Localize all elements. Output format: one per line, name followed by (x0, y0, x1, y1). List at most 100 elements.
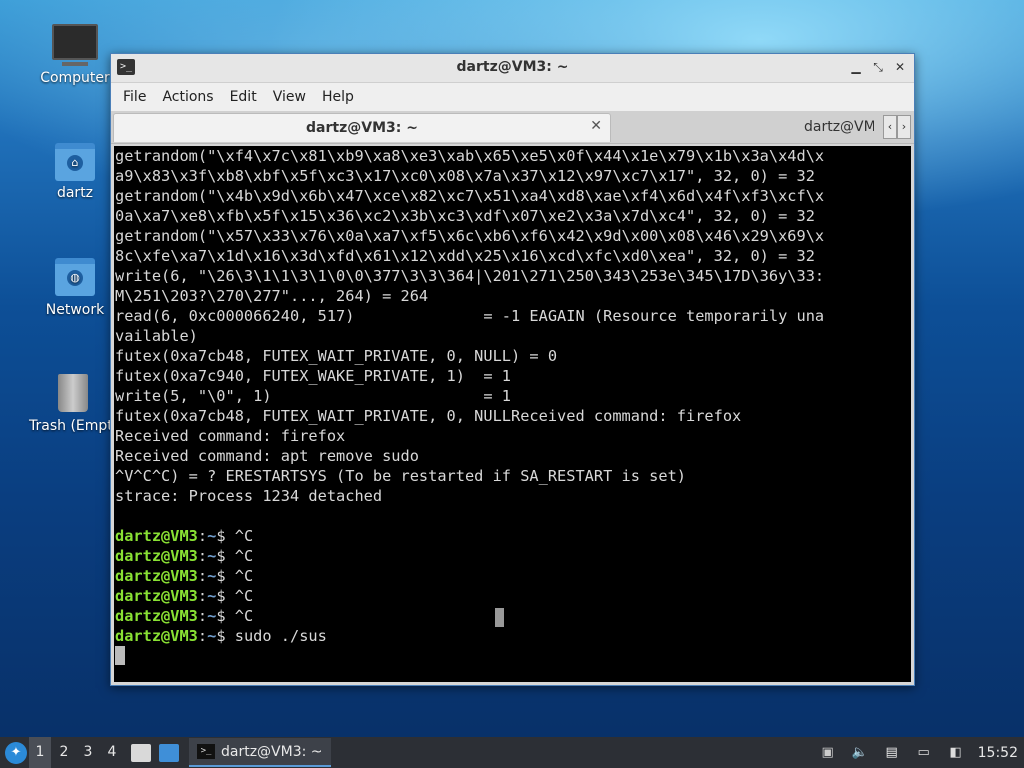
menu-bar: File Actions Edit View Help (111, 83, 914, 111)
terminal-window: >_ dartz@VM3: ~ ▁ ⤡ ✕ File Actions Edit … (110, 53, 915, 686)
prompt-user: dartz@VM3 (115, 547, 198, 565)
system-tray: ▣ 🔈 ▤ ▭ ◧ 15:52 (818, 737, 1024, 768)
prompt-user: dartz@VM3 (115, 527, 198, 545)
prompt-user: dartz@VM3 (115, 627, 198, 645)
terminal-output-line: Received command: firefox (115, 427, 346, 445)
tab-terminal-2[interactable]: dartz@VM3: ~ (804, 113, 874, 141)
menu-help[interactable]: Help (314, 89, 362, 105)
terminal-prompt-line: dartz@VM3:~$ ^C (114, 526, 911, 546)
prompt-symbol: $ (216, 547, 235, 565)
network-folder-icon: ◍ (55, 258, 95, 296)
prompt-user: dartz@VM3 (115, 607, 198, 625)
prompt-symbol: $ (216, 527, 235, 545)
terminal-input-line[interactable] (114, 646, 911, 666)
text-cursor (115, 646, 125, 665)
prompt-command: ^C (234, 547, 254, 565)
prompt-path: ~ (207, 527, 217, 545)
volume-icon[interactable]: 🔈 (850, 744, 870, 762)
terminal-prompt-line: dartz@VM3:~$ sudo ./sus (114, 626, 911, 646)
terminal-prompt-line: dartz@VM3:~$ ^C (114, 566, 911, 586)
prompt-path: ~ (207, 627, 217, 645)
menu-actions[interactable]: Actions (154, 89, 221, 105)
trash-icon (57, 374, 88, 412)
file-manager-icon[interactable] (131, 743, 151, 762)
maximize-icon[interactable]: ⤡ (870, 58, 886, 76)
prompt-separator: : (197, 587, 208, 605)
terminal-output-line: getrandom("\xf4\x7c\x81\xb9\xa8\xe3\xab\… (115, 147, 825, 165)
menu-file[interactable]: File (115, 89, 154, 105)
tab-label: dartz@VM3: ~ (306, 120, 418, 136)
terminal-output-line: futex(0xa7c940, FUTEX_WAKE_PRIVATE, 1) =… (115, 367, 512, 385)
notification-icon[interactable]: ◧ (946, 744, 966, 762)
prompt-user: dartz@VM3 (115, 587, 198, 605)
terminal-prompt-line: dartz@VM3:~$ ^C (114, 546, 911, 566)
prompt-symbol: $ (216, 587, 235, 605)
prompt-symbol: $ (216, 607, 235, 625)
prompt-separator: : (197, 607, 208, 625)
prompt-separator: : (197, 567, 208, 585)
terminal-output-line: a9\x83\x3f\xb8\xbf\x5f\xc3\x17\xc0\x08\x… (115, 167, 815, 185)
terminal-output-line: futex(0xa7cb48, FUTEX_WAIT_PRIVATE, 0, N… (115, 407, 742, 425)
workspace-2[interactable]: 2 (53, 737, 75, 768)
workspace-4[interactable]: 4 (101, 737, 123, 768)
prompt-separator: : (197, 547, 208, 565)
desktop-icon-trash[interactable]: Trash (Empty) (25, 374, 120, 434)
prompt-path: ~ (207, 547, 217, 565)
terminal-output-line: M\251\203?\270\277"..., 264) = 264 (115, 287, 429, 305)
terminal-output-line: getrandom("\x57\x33\x76\x0a\xa7\xf5\x6c\… (115, 227, 825, 245)
prompt-symbol: $ (216, 567, 235, 585)
terminal-output-line: 0a\xa7\xe8\xfb\x5f\x15\x36\xc2\x3b\xc3\x… (115, 207, 815, 225)
terminal-output-line: getrandom("\x4b\x9d\x6b\x47\xce\x82\xc7\… (115, 187, 825, 205)
prompt-path: ~ (207, 607, 217, 625)
terminal-output-line: 8c\xfe\xa7\x1d\x16\x3d\xfd\x61\x12\xdd\x… (115, 247, 815, 265)
clock[interactable]: 15:52 (978, 745, 1018, 761)
tab-scroll-left-icon[interactable]: ‹ (883, 115, 897, 139)
terminal-output-line: strace: Process 1234 detached (115, 487, 383, 505)
prompt-command: ^C (234, 587, 254, 605)
prompt-command: ^C (234, 607, 254, 625)
task-label: dartz@VM3: ~ (221, 743, 323, 760)
clipboard-icon[interactable]: ▤ (882, 744, 902, 762)
menu-edit[interactable]: Edit (222, 89, 265, 105)
prompt-separator: : (197, 627, 208, 645)
terminal-output-line: write(6, "\26\3\1\1\3\1\0\0\377\3\3\364|… (115, 267, 825, 285)
prompt-path: ~ (207, 567, 217, 585)
prompt-path: ~ (207, 587, 217, 605)
terminal-task-icon: >_ (197, 744, 215, 759)
tab-close-icon[interactable]: ✕ (590, 118, 602, 134)
home-folder-icon: ⌂ (55, 143, 95, 181)
start-menu-icon[interactable]: ✦ (5, 741, 27, 764)
desktop-icon-label: Trash (Empty) (29, 418, 120, 434)
workspace-3[interactable]: 3 (77, 737, 99, 768)
tab-scroll-right-icon[interactable]: › (897, 115, 911, 139)
prompt-separator: : (197, 527, 208, 545)
minimize-icon[interactable]: ▁ (848, 58, 864, 76)
terminal-output-line: futex(0xa7cb48, FUTEX_WAIT_PRIVATE, 0, N… (115, 347, 558, 365)
terminal-output-line: read(6, 0xc000066240, 517) = -1 EAGAIN (… (115, 307, 825, 325)
workspace-1[interactable]: 1 (29, 737, 51, 768)
tab-terminal-1[interactable]: dartz@VM3: ~ ✕ (113, 113, 611, 142)
terminal-output-line: write(5, "\0", 1) = 1 (115, 387, 512, 405)
terminal-output[interactable]: getrandom("\xf4\x7c\x81\xb9\xa8\xe3\xab\… (114, 146, 911, 682)
computer-icon (52, 24, 98, 66)
terminal-output-line: vailable) (115, 327, 198, 345)
prompt-command: sudo ./sus (234, 627, 327, 645)
taskbar-task-terminal[interactable]: >_ dartz@VM3: ~ (189, 738, 331, 767)
terminal-output-line: Received command: apt remove sudo (115, 447, 419, 465)
taskbar: ✦ 1 2 3 4 >_ dartz@VM3: ~ ▣ 🔈 ▤ ▭ ◧ 15:5… (0, 737, 1024, 768)
window-titlebar[interactable]: >_ dartz@VM3: ~ ▁ ⤡ ✕ (111, 54, 914, 83)
window-title: dartz@VM3: ~ (456, 59, 569, 75)
tab-bar: dartz@VM3: ~ ✕ dartz@VM3: ~ ‹ › (111, 111, 914, 144)
update-notifier-icon[interactable]: ▣ (818, 744, 838, 762)
show-desktop-icon[interactable] (159, 743, 179, 762)
menu-view[interactable]: View (265, 89, 314, 105)
prompt-command: ^C (234, 527, 254, 545)
terminal-output-line: ^V^C^C) = ? ERESTARTSYS (To be restarted… (115, 467, 686, 485)
terminal-prompt-line: dartz@VM3:~$ ^C (114, 586, 911, 606)
terminal-prompt-line: dartz@VM3:~$ ^C (114, 606, 911, 626)
close-icon[interactable]: ✕ (892, 58, 908, 76)
network-icon[interactable]: ▭ (914, 744, 934, 762)
prompt-symbol: $ (216, 627, 235, 645)
tab-label: dartz@VM3: ~ (804, 119, 874, 135)
